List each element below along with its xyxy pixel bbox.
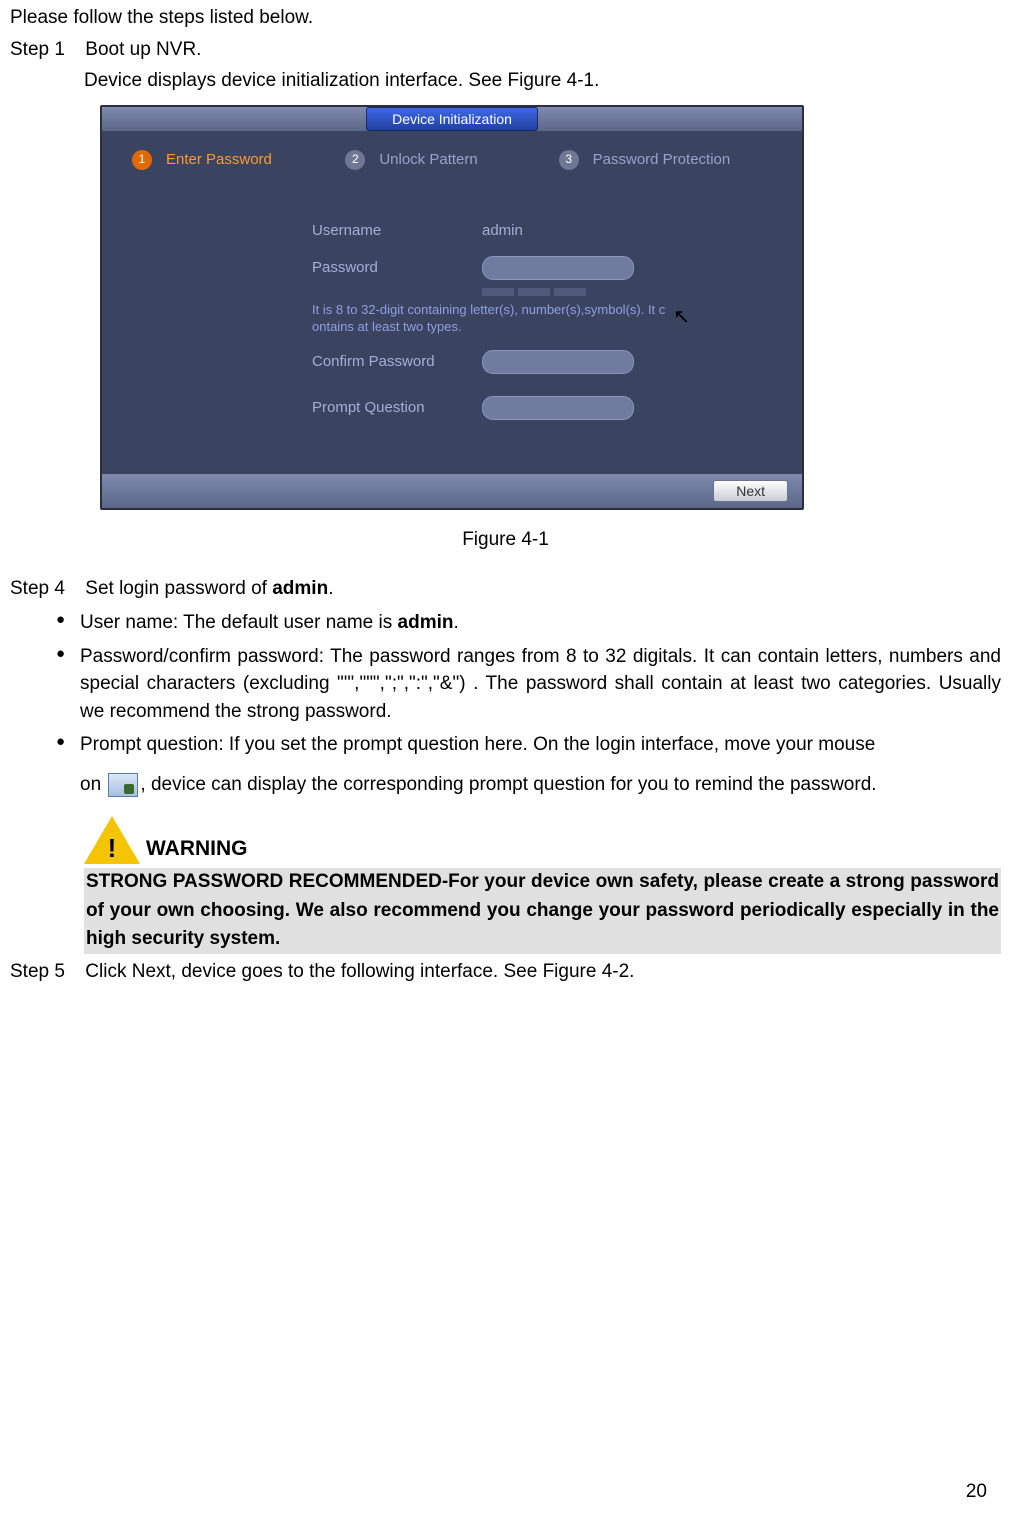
bullet-list: User name: The default user name is admi…: [10, 609, 1001, 798]
prompt-question-label: Prompt Question: [312, 397, 482, 419]
confirm-password-input[interactable]: [482, 350, 634, 374]
wizard-step-3[interactable]: 3 Password Protection: [559, 149, 772, 171]
step-4-text-post: .: [328, 578, 333, 599]
password-label: Password: [312, 257, 482, 279]
init-form: Username admin Password It is 8 to 32-di…: [102, 220, 802, 474]
confirm-password-label: Confirm Password: [312, 351, 482, 373]
mouse-cursor-icon: ↖: [673, 304, 690, 330]
bullet-1-post: .: [453, 612, 458, 633]
step-4-text-pre: Set login password of: [85, 578, 272, 599]
step-label-2: Unlock Pattern: [379, 149, 477, 171]
step-label-1: Enter Password: [166, 149, 272, 171]
bullet-1-bold: admin: [398, 612, 454, 633]
password-hint-text: It is 8 to 32-digit containing letter(s)…: [312, 302, 665, 334]
bullet-prompt: Prompt question: If you set the prompt q…: [56, 731, 1001, 798]
bullet-3-b: on: [80, 774, 106, 795]
intro-text: Please follow the steps listed below.: [10, 4, 1001, 32]
warning-header: WARNING: [84, 816, 1001, 864]
bullet-password: Password/confirm password: The password …: [56, 643, 1001, 726]
page-number: 20: [966, 1478, 987, 1506]
confirm-password-row: Confirm Password: [312, 350, 802, 374]
prompt-question-row: Prompt Question: [312, 396, 802, 420]
wizard-steps: 1 Enter Password 2 Unlock Pattern 3 Pass…: [102, 131, 802, 207]
password-strength-meter: [482, 288, 802, 296]
step-1: Step 1 Boot up NVR.: [10, 36, 1001, 64]
step-5-label: Step 5: [10, 958, 80, 986]
username-row: Username admin: [312, 220, 802, 242]
bullet-3-c: , device can display the corresponding p…: [140, 774, 876, 795]
bullet-username: User name: The default user name is admi…: [56, 609, 1001, 637]
window-titlebar: Device Initialization: [102, 107, 802, 131]
warning-label: WARNING: [146, 834, 248, 864]
window-bottombar: Next: [102, 474, 802, 508]
step-1-text: Boot up NVR.: [85, 39, 201, 60]
strength-bar-3: [554, 288, 586, 296]
figure-caption: Figure 4-1: [10, 526, 1001, 554]
step-5-text: Click Next, device goes to the following…: [85, 961, 634, 982]
password-row: Password: [312, 256, 802, 280]
strength-bar-2: [518, 288, 550, 296]
step-num-1-icon: 1: [132, 150, 152, 170]
prompt-hint-icon: [108, 773, 138, 797]
step-4: Step 4 Set login password of admin.: [10, 575, 1001, 603]
step-4-label: Step 4: [10, 575, 80, 603]
device-init-window: Device Initialization 1 Enter Password 2…: [100, 105, 804, 510]
wizard-step-2[interactable]: 2 Unlock Pattern: [345, 149, 558, 171]
username-value: admin: [482, 220, 523, 242]
prompt-question-input[interactable]: [482, 396, 634, 420]
window-title: Device Initialization: [366, 107, 538, 131]
step-label-3: Password Protection: [593, 149, 731, 171]
strength-bar-1: [482, 288, 514, 296]
warning-body: STRONG PASSWORD RECOMMENDED-For your dev…: [84, 868, 1001, 954]
wizard-step-1[interactable]: 1 Enter Password: [132, 149, 345, 171]
step-1-sub: Device displays device initialization in…: [84, 67, 1001, 95]
step-4-admin: admin: [272, 578, 328, 599]
step-1-label: Step 1: [10, 36, 80, 64]
bullet-1-pre: User name: The default user name is: [80, 612, 398, 633]
bullet-3-a: Prompt question: If you set the prompt q…: [80, 734, 875, 755]
username-label: Username: [312, 220, 482, 242]
password-hint: It is 8 to 32-digit containing letter(s)…: [312, 302, 672, 336]
step-num-3-icon: 3: [559, 150, 579, 170]
step-5: Step 5 Click Next, device goes to the fo…: [10, 958, 1001, 986]
next-button[interactable]: Next: [713, 480, 788, 502]
step-num-2-icon: 2: [345, 150, 365, 170]
password-input[interactable]: [482, 256, 634, 280]
warning-triangle-icon: [84, 816, 140, 864]
